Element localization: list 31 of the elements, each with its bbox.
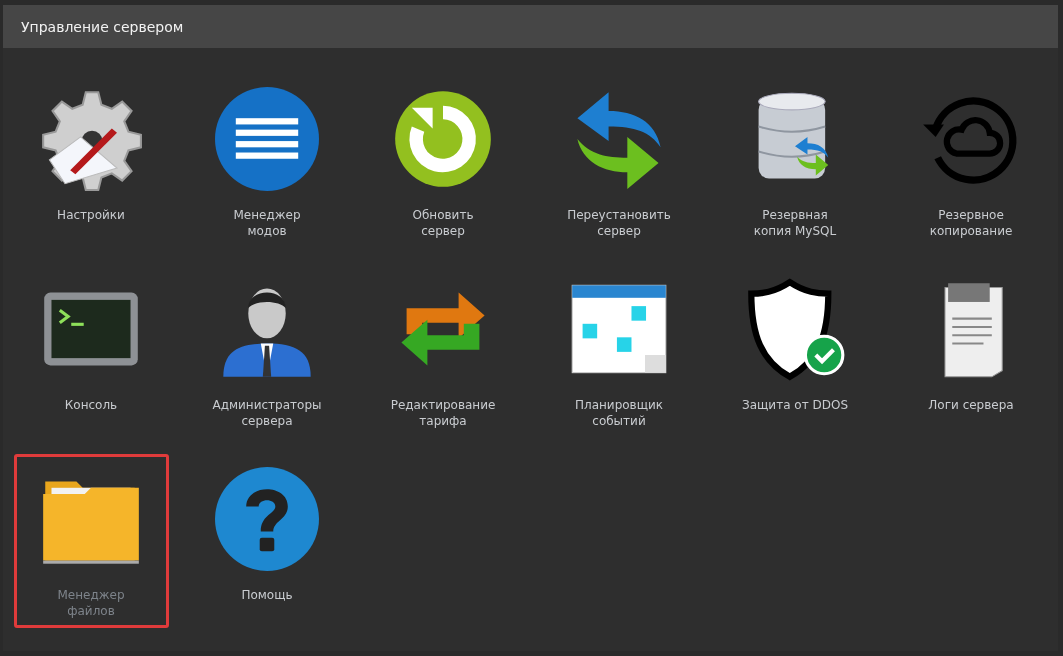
menu-tile[interactable]: Переустановить сервер (541, 74, 697, 248)
tile-label: Менеджер модов (233, 207, 301, 239)
question-mark-icon (215, 467, 319, 571)
menu-tile[interactable]: Консоль (13, 264, 169, 438)
tile-label: Защита от DDOS (742, 397, 848, 413)
tile-label: Настройки (57, 207, 125, 223)
tile-label: Менеджер файлов (57, 587, 125, 619)
menu-tile[interactable]: Защита от DDOS (717, 264, 873, 438)
tile-label: Помощь (241, 587, 293, 603)
menu-tile[interactable]: Администраторы сервера (189, 264, 345, 438)
tile-label: Переустановить сервер (567, 207, 671, 239)
menu-tile[interactable]: Логи сервера (893, 264, 1049, 438)
tile-label: Обновить сервер (412, 207, 474, 239)
tile-label: Планировщик событий (574, 397, 664, 429)
menu-tile[interactable]: Резервная копия MySQL (717, 74, 873, 248)
menu-tile[interactable]: Менеджер файлов (13, 454, 169, 628)
tile-label: Логи сервера (928, 397, 1014, 413)
tile-label: Администраторы сервера (212, 397, 322, 429)
tile-label: Консоль (64, 397, 118, 413)
tile-label: Резервное копирование (929, 207, 1013, 239)
menu-tile[interactable]: Резервное копирование (893, 74, 1049, 248)
menu-tile[interactable]: Помощь (189, 454, 345, 628)
menu-tile[interactable]: Настройки (13, 74, 169, 248)
menu-tile[interactable]: Менеджер модов (189, 74, 345, 248)
list-icon (215, 87, 319, 191)
menu-tile[interactable]: Обновить сервер (365, 74, 521, 248)
menu-tile[interactable]: Редактирование тарифа (365, 264, 521, 438)
tile-label: Резервная копия MySQL (753, 207, 837, 239)
tile-label: Редактирование тарифа (390, 397, 496, 429)
panel-title: Управление сервером (21, 18, 184, 35)
menu-tile[interactable]: Планировщик событий (541, 264, 697, 438)
